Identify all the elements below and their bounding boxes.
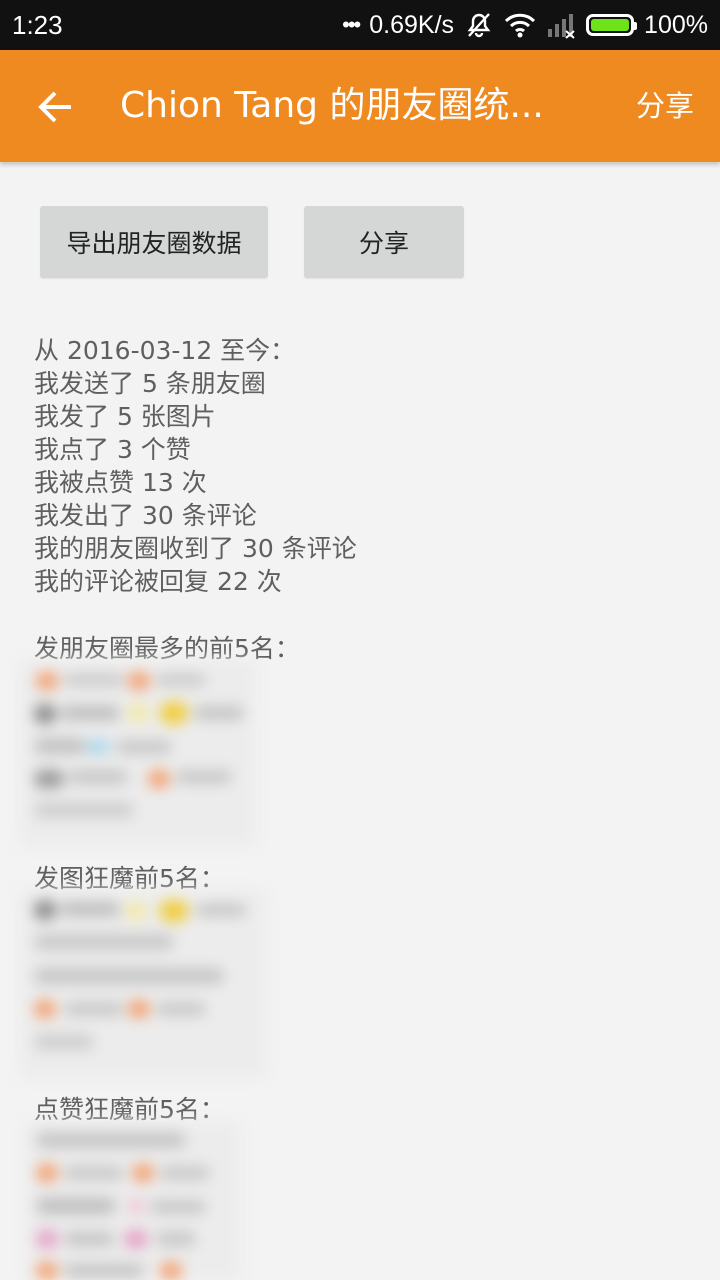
- status-dots: •••: [342, 12, 361, 37]
- battery-tip: [633, 22, 638, 30]
- stat-posts-sent: 我发送了 5 条朋友圈: [34, 369, 266, 398]
- battery-level-fill: [591, 19, 630, 31]
- battery-icon: [586, 14, 638, 36]
- stat-comment-replies: 我的评论被回复 22 次: [34, 567, 282, 596]
- network-speed: 0.69K/s: [369, 10, 455, 39]
- export-data-button[interactable]: 导出朋友圈数据: [40, 206, 268, 278]
- status-time: 1:23: [12, 10, 63, 40]
- app-bar: Chion Tang 的朋友圈统... 分享: [0, 50, 720, 162]
- share-button[interactable]: 分享: [304, 206, 464, 278]
- battery-percent: 100%: [644, 10, 708, 39]
- stat-period: 从 2016-03-12 至今：: [34, 336, 296, 365]
- signal-icon: [546, 11, 576, 39]
- status-right-group: ••• 0.69K/s 100%: [342, 8, 708, 42]
- blurred-ranking-most-photos: [20, 890, 266, 1078]
- blurred-ranking-most-likes: [26, 1122, 240, 1280]
- stat-likes-received: 我被点赞 13 次: [34, 468, 207, 497]
- page-title: Chion Tang 的朋友圈统...: [120, 85, 544, 126]
- blurred-ranking-most-posts: [20, 660, 256, 846]
- status-bar: 1:23 ••• 0.69K/s 100%: [0, 0, 720, 50]
- back-button[interactable]: [26, 78, 84, 136]
- share-action-button[interactable]: 分享: [636, 86, 694, 126]
- stat-likes-given: 我点了 3 个赞: [34, 435, 191, 464]
- wifi-icon: [504, 11, 536, 39]
- mute-icon: [464, 10, 494, 40]
- stat-comments-received: 我的朋友圈收到了 30 条评论: [34, 534, 357, 563]
- stat-photos-sent: 我发了 5 张图片: [34, 402, 216, 431]
- arrow-back-icon: [38, 91, 71, 123]
- stats-list: 从 2016-03-12 至今： 我发送了 5 条朋友圈 我发了 5 张图片 我…: [34, 334, 357, 598]
- stat-comments-sent: 我发出了 30 条评论: [34, 501, 257, 530]
